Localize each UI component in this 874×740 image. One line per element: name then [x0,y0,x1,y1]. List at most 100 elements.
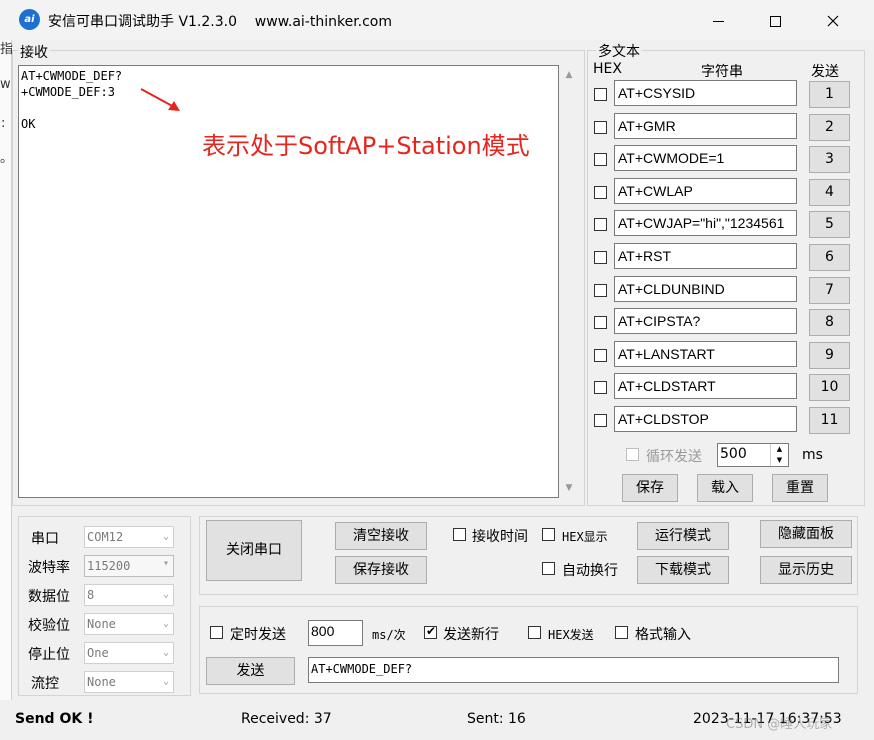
command-input[interactable]: AT+CWMODE=1 [614,145,797,172]
command-input[interactable]: AT+CWJAP="hi","1234561 [614,210,797,237]
sent-count: Sent: 16 [467,711,526,727]
background-window: 指 w : 。 [0,40,13,700]
send-text-input[interactable]: AT+CWMODE_DEF? [308,657,839,683]
maximize-button[interactable] [752,7,798,35]
command-input[interactable]: AT+RST [614,243,797,269]
received-count: Received: 37 [241,711,332,727]
run-mode-button[interactable]: 运行模式 [637,522,729,550]
command-input[interactable]: AT+CLDSTOP [614,406,797,432]
hide-panel-button[interactable]: 隐藏面板 [760,520,852,548]
stopbits-select[interactable]: One ⌄ [84,642,174,664]
databits-select[interactable]: 8 ⌄ [84,584,174,606]
minimize-button[interactable] [695,7,741,35]
hex-row-checkbox[interactable] [594,218,607,232]
hex-row-checkbox[interactable] [594,251,607,264]
loop-send-checkbox[interactable] [626,448,639,461]
save-button[interactable]: 保存 [622,474,678,502]
close-port-button[interactable]: 关闭串口 [206,520,302,581]
hex-row-checkbox[interactable] [594,120,607,134]
hex-send-label: HEX发送 [548,628,594,642]
show-history-button[interactable]: 显示历史 [760,556,852,584]
command-input[interactable]: AT+CIPSTA? [614,308,797,335]
new-line-label: 发送新行 [443,627,499,643]
reset-button[interactable]: 重置 [772,474,828,502]
receive-time-label: 接收时间 [472,529,528,545]
scroll-down-icon[interactable]: ▼ [560,480,578,496]
hex-send-checkbox[interactable] [528,626,541,639]
hex-row-checkbox[interactable] [594,185,607,199]
hex-display-label: HEX显示 [562,530,608,544]
send-row-button[interactable]: 7 [809,276,850,304]
clear-receive-button[interactable]: 清空接收 [335,522,427,550]
databits-label: 数据位 [28,589,70,605]
send-row-button[interactable]: 3 [809,146,850,174]
receive-time-checkbox[interactable] [453,528,466,541]
auto-wrap-checkbox[interactable] [542,562,555,575]
flow-value: None [87,675,116,689]
receive-label: 接收 [18,42,50,62]
hex-row-checkbox[interactable] [594,348,607,362]
command-input[interactable]: AT+CLDSTART [614,373,797,400]
chevron-down-icon: ⌄ [162,647,169,658]
baud-select[interactable]: 115200 ▾ [84,555,174,577]
loop-unit-label: ms [802,447,823,463]
timed-send-label: 定时发送 [230,627,286,643]
send-row-button[interactable]: 9 [809,341,850,369]
title-bar: ai 安信可串口调试助手 V1.2.3.0 www.ai-thinker.com [0,0,874,40]
parity-select[interactable]: None ⌄ [84,613,174,635]
dropdown-arrow-icon: ▾ [162,558,169,569]
flow-label: 流控 [31,676,59,692]
hex-row-checkbox[interactable] [594,153,607,167]
hex-row-checkbox[interactable] [594,381,607,395]
send-row-button[interactable]: 5 [809,211,850,239]
hex-row-checkbox[interactable] [594,316,607,330]
stopbits-label: 停止位 [28,647,70,663]
parity-label: 校验位 [28,618,70,634]
receive-content: AT+CWMODE_DEF? +CWMODE_DEF:3 OK [21,69,123,131]
send-row-button[interactable]: 6 [809,244,850,271]
hex-display-checkbox[interactable] [542,528,555,541]
bg-fragment: : [1,116,6,131]
send-row-button[interactable]: 4 [809,178,850,206]
status-bar: Send OK ! Received: 37 Sent: 16 2023-11-… [0,703,874,740]
mode-annotation: 表示处于SoftAP+Station模式 [202,132,530,160]
send-ok-status: Send OK ! [15,711,94,727]
loop-interval-spinbox[interactable]: 500 ▲ ▼ [717,443,789,467]
save-receive-button[interactable]: 保存接收 [335,556,427,584]
command-input[interactable]: AT+LANSTART [614,340,797,367]
parity-value: None [87,617,116,631]
hex-row-checkbox[interactable] [594,88,607,101]
timed-send-checkbox[interactable] [210,626,223,639]
command-input[interactable]: AT+CWLAP [614,177,797,204]
receive-scrollbar[interactable]: ▲ ▼ [560,65,578,498]
command-input[interactable]: AT+CSYSID [614,80,797,106]
baud-label: 波特率 [28,560,70,576]
send-button[interactable]: 发送 [206,657,295,685]
port-value: COM12 [87,530,124,544]
send-column-header: 发送 [811,64,839,80]
command-input[interactable]: AT+GMR [614,112,797,139]
send-row-button[interactable]: 1 [809,81,850,108]
stopbits-value: One [87,646,109,660]
format-input-checkbox[interactable] [615,626,628,639]
send-row-button[interactable]: 11 [809,407,850,434]
command-input[interactable]: AT+CLDUNBIND [614,275,797,302]
hex-row-checkbox[interactable] [594,283,607,297]
port-label: 串口 [31,531,59,547]
send-row-button[interactable]: 8 [809,309,850,337]
spin-arrows-icon[interactable]: ▲ ▼ [770,444,788,466]
close-button[interactable] [810,7,856,35]
scroll-up-icon[interactable]: ▲ [560,67,578,83]
hex-row-checkbox[interactable] [594,414,607,427]
flow-select[interactable]: None ⌄ [84,671,174,693]
port-select[interactable]: COM12 ⌄ [84,526,174,548]
download-mode-button[interactable]: 下载模式 [637,556,729,584]
interval-input[interactable]: 800 [308,620,363,646]
send-row-button[interactable]: 2 [809,113,850,141]
load-button[interactable]: 载入 [697,474,753,502]
maximize-icon [769,15,781,27]
hex-column-header: HEX [593,61,622,77]
loop-send-label: 循环发送 [646,449,702,465]
new-line-checkbox[interactable] [424,624,437,639]
send-row-button[interactable]: 10 [809,374,850,402]
